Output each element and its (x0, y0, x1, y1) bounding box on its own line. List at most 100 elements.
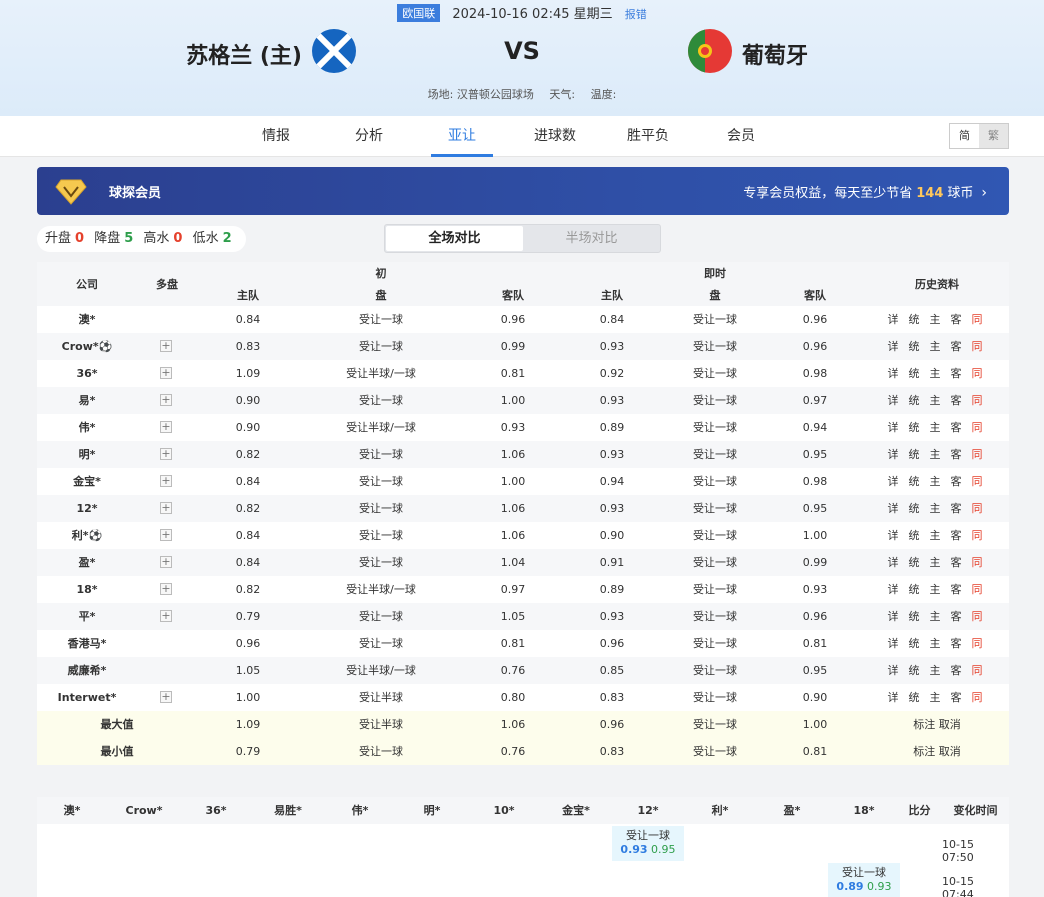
home-link[interactable]: 主 (930, 306, 941, 333)
expand-plus-icon[interactable]: + (160, 421, 172, 433)
company-name[interactable]: 盈* (47, 549, 127, 576)
report-link[interactable]: 报错 (625, 8, 647, 21)
tab-info[interactable]: 情报 (245, 116, 307, 157)
away-link[interactable]: 客 (951, 387, 962, 414)
away-link[interactable]: 客 (951, 441, 962, 468)
company-name[interactable]: 伟* (47, 414, 127, 441)
half-match-tab[interactable]: 半场对比 (523, 226, 660, 251)
company-name[interactable]: 金宝* (47, 468, 127, 495)
detail-link[interactable]: 详 (888, 360, 899, 387)
home-link[interactable]: 主 (930, 522, 941, 549)
detail-link[interactable]: 详 (888, 414, 899, 441)
away-link[interactable]: 客 (951, 684, 962, 711)
lang-simplified-button[interactable]: 简 (950, 124, 979, 148)
company-name[interactable]: 易* (47, 387, 127, 414)
stats-link[interactable]: 统 (909, 360, 920, 387)
expand-plus-icon[interactable]: + (160, 340, 172, 352)
away-team-name[interactable]: 葡萄牙 (742, 38, 808, 70)
same-link[interactable]: 同 (972, 549, 983, 576)
home-link[interactable]: 主 (930, 360, 941, 387)
same-link[interactable]: 同 (972, 414, 983, 441)
expand-plus-icon[interactable]: + (160, 610, 172, 622)
detail-link[interactable]: 详 (888, 576, 899, 603)
tab-goals[interactable]: 进球数 (524, 116, 586, 157)
detail-link[interactable]: 详 (888, 468, 899, 495)
expand-plus-icon[interactable]: + (160, 583, 172, 595)
stats-link[interactable]: 统 (909, 603, 920, 630)
same-link[interactable]: 同 (972, 603, 983, 630)
expand-plus-icon[interactable]: + (160, 367, 172, 379)
same-link[interactable]: 同 (972, 522, 983, 549)
away-link[interactable]: 客 (951, 549, 962, 576)
detail-link[interactable]: 详 (888, 684, 899, 711)
company-name[interactable]: 12* (47, 495, 127, 522)
stats-link[interactable]: 统 (909, 441, 920, 468)
home-link[interactable]: 主 (930, 387, 941, 414)
same-link[interactable]: 同 (972, 306, 983, 333)
company-name[interactable]: 威廉希* (47, 657, 127, 684)
expand-plus-icon[interactable]: + (160, 448, 172, 460)
company-name[interactable]: 18* (47, 576, 127, 603)
detail-link[interactable]: 详 (888, 522, 899, 549)
same-link[interactable]: 同 (972, 630, 983, 657)
tab-asian-handicap[interactable]: 亚让 (431, 116, 493, 157)
same-link[interactable]: 同 (972, 441, 983, 468)
away-link[interactable]: 客 (951, 468, 962, 495)
away-link[interactable]: 客 (951, 495, 962, 522)
detail-link[interactable]: 详 (888, 549, 899, 576)
company-name[interactable]: 香港马* (47, 630, 127, 657)
home-link[interactable]: 主 (930, 495, 941, 522)
tab-1x2[interactable]: 胜平负 (617, 116, 679, 157)
away-link[interactable]: 客 (951, 657, 962, 684)
mark-cancel-actions[interactable]: 标注 取消 (897, 711, 977, 738)
full-match-tab[interactable]: 全场对比 (386, 226, 523, 251)
same-link[interactable]: 同 (972, 684, 983, 711)
vip-banner[interactable]: 球探会员 专享会员权益，每天至少节省 144 球币 › (37, 167, 1009, 215)
detail-link[interactable]: 详 (888, 387, 899, 414)
stats-link[interactable]: 统 (909, 468, 920, 495)
company-name[interactable]: 36* (47, 360, 127, 387)
stats-link[interactable]: 统 (909, 630, 920, 657)
away-link[interactable]: 客 (951, 522, 962, 549)
company-name[interactable]: 澳* (47, 306, 127, 333)
same-link[interactable]: 同 (972, 657, 983, 684)
expand-plus-icon[interactable]: + (160, 475, 172, 487)
away-link[interactable]: 客 (951, 414, 962, 441)
same-link[interactable]: 同 (972, 333, 983, 360)
league-tag[interactable]: 欧国联 (397, 4, 441, 22)
stats-link[interactable]: 统 (909, 657, 920, 684)
stats-link[interactable]: 统 (909, 387, 920, 414)
company-name[interactable]: 明* (47, 441, 127, 468)
stats-link[interactable]: 统 (909, 333, 920, 360)
home-link[interactable]: 主 (930, 603, 941, 630)
home-link[interactable]: 主 (930, 441, 941, 468)
away-link[interactable]: 客 (951, 333, 962, 360)
detail-link[interactable]: 详 (888, 630, 899, 657)
home-link[interactable]: 主 (930, 468, 941, 495)
same-link[interactable]: 同 (972, 495, 983, 522)
home-link[interactable]: 主 (930, 657, 941, 684)
company-name[interactable]: 利*⚽ (47, 522, 127, 549)
expand-plus-icon[interactable]: + (160, 529, 172, 541)
detail-link[interactable]: 详 (888, 441, 899, 468)
away-link[interactable]: 客 (951, 360, 962, 387)
mark-cancel-actions[interactable]: 标注 取消 (897, 738, 977, 765)
home-link[interactable]: 主 (930, 684, 941, 711)
expand-plus-icon[interactable]: + (160, 394, 172, 406)
tab-member[interactable]: 会员 (710, 116, 772, 157)
home-link[interactable]: 主 (930, 414, 941, 441)
company-name[interactable]: Crow*⚽ (47, 333, 127, 360)
expand-plus-icon[interactable]: + (160, 691, 172, 703)
detail-link[interactable]: 详 (888, 657, 899, 684)
expand-plus-icon[interactable]: + (160, 556, 172, 568)
home-link[interactable]: 主 (930, 549, 941, 576)
same-link[interactable]: 同 (972, 387, 983, 414)
stats-link[interactable]: 统 (909, 576, 920, 603)
detail-link[interactable]: 详 (888, 333, 899, 360)
lang-traditional-button[interactable]: 繁 (979, 124, 1008, 148)
stats-link[interactable]: 统 (909, 549, 920, 576)
home-link[interactable]: 主 (930, 630, 941, 657)
away-link[interactable]: 客 (951, 630, 962, 657)
company-name[interactable]: Interwet* (47, 684, 127, 711)
detail-link[interactable]: 详 (888, 306, 899, 333)
